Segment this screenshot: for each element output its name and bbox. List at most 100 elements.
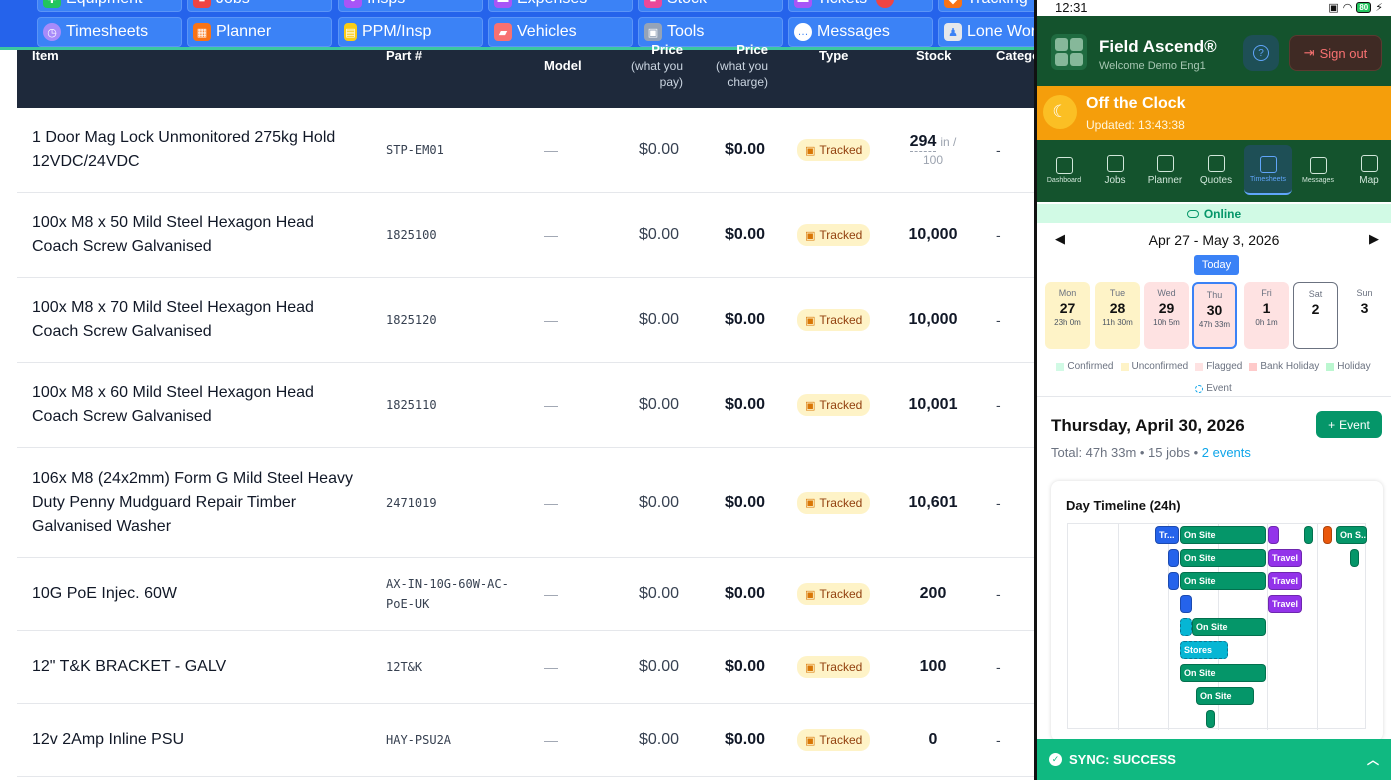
timeline-bar[interactable]: On Site bbox=[1180, 549, 1266, 567]
day-wed[interactable]: Wed 29 10h 5m bbox=[1144, 282, 1189, 349]
col-sell-label: Price bbox=[736, 42, 768, 57]
check-icon: ✓ bbox=[1049, 753, 1062, 766]
timeline-bar[interactable]: Stores bbox=[1180, 641, 1228, 659]
add-event-button[interactable]: + Event bbox=[1316, 411, 1382, 438]
timeline-bar[interactable]: On Site bbox=[1180, 664, 1266, 682]
tab-map[interactable]: Map bbox=[1345, 145, 1391, 195]
col-category[interactable]: Catego bbox=[996, 48, 1035, 64]
table-row[interactable]: 1 Door Mag Lock Unmonitored 275kg Hold 1… bbox=[17, 108, 1035, 193]
table-row[interactable]: 106x M8 (24x2mm) Form G Mild Steel Heavy… bbox=[17, 448, 1035, 558]
timeline-bar[interactable]: Tr... bbox=[1155, 526, 1179, 544]
part-number: AX-IN-10G-60W-AC-PoE-UK bbox=[386, 577, 509, 611]
timeline-bar[interactable] bbox=[1323, 526, 1332, 544]
timeline-bar[interactable]: On S... bbox=[1336, 526, 1367, 544]
day-sat[interactable]: Sat 2 bbox=[1293, 282, 1338, 349]
nav-equipment[interactable]: ✚ Equipment bbox=[37, 0, 182, 12]
nav-tracking[interactable]: ◆ Tracking bbox=[938, 0, 1035, 12]
item-name[interactable]: 100x M8 x 60 Mild Steel Hexagon Head Coa… bbox=[32, 363, 362, 447]
next-week-button[interactable]: ▶ bbox=[1369, 231, 1379, 247]
timeline-bar[interactable] bbox=[1180, 595, 1192, 613]
tab-jobs[interactable]: Jobs bbox=[1091, 145, 1139, 195]
item-name[interactable]: 100x M8 x 70 Mild Steel Hexagon Head Coa… bbox=[32, 278, 362, 362]
table-row[interactable]: 100x M8 x 70 Mild Steel Hexagon Head Coa… bbox=[17, 278, 1035, 363]
today-button[interactable]: Today bbox=[1194, 255, 1239, 275]
timeline-bar[interactable] bbox=[1206, 710, 1215, 728]
timeline-bar[interactable]: On Site bbox=[1180, 526, 1266, 544]
status-time: 12:31 bbox=[1055, 0, 1088, 15]
timeline-bar[interactable] bbox=[1304, 526, 1313, 544]
nav-stock[interactable]: ■ Stock bbox=[638, 0, 783, 12]
timeline-bar[interactable]: On Site bbox=[1180, 572, 1266, 590]
col-sell[interactable]: Price (what you charge) bbox=[704, 42, 768, 90]
day-total: Total: 47h 33m • 15 jobs • 2 events bbox=[1051, 445, 1251, 460]
timeline-bar[interactable]: On Site bbox=[1192, 618, 1266, 636]
timeline-bar[interactable] bbox=[1350, 549, 1359, 567]
col-stock[interactable]: Stock bbox=[916, 48, 951, 64]
col-type[interactable]: Type bbox=[819, 48, 848, 64]
nav-insps[interactable]: ● Insps bbox=[338, 0, 483, 12]
table-row[interactable]: 12" T&K BRACKET - GALV 12T&K — $0.00 $0.00 ▣ T… bbox=[17, 631, 1035, 704]
table-row[interactable]: 100x M8 x 60 Mild Steel Hexagon Head Coa… bbox=[17, 363, 1035, 448]
nav-lone-worker[interactable]: ♟ Lone Wor bbox=[938, 17, 1035, 47]
col-item[interactable]: Item bbox=[32, 48, 59, 64]
timeline-bar[interactable] bbox=[1180, 618, 1192, 636]
tab-quotes[interactable]: Quotes bbox=[1192, 145, 1240, 195]
col-model[interactable]: Model bbox=[544, 58, 582, 74]
item-name[interactable]: 106x M8 (24x2mm) Form G Mild Steel Heavy… bbox=[32, 448, 362, 557]
events-link[interactable]: 2 events bbox=[1202, 445, 1251, 460]
clock-status-banner[interactable]: ☾ Off the Clock Updated: 13:43:38 bbox=[1037, 86, 1391, 140]
item-name[interactable]: 100x M8 x 50 Mild Steel Hexagon Head Coa… bbox=[32, 193, 362, 277]
nav-vehicles[interactable]: ▰ Vehicles bbox=[488, 17, 633, 47]
col-part[interactable]: Part # bbox=[386, 48, 422, 64]
tab-messages[interactable]: Messages bbox=[1294, 145, 1342, 195]
truck-icon: ▰ bbox=[494, 23, 512, 41]
item-name[interactable]: 1 Door Mag Lock Unmonitored 275kg Hold 1… bbox=[32, 108, 362, 192]
stock-cell: 0 bbox=[897, 704, 969, 776]
sign-out-icon: ⇥ bbox=[1303, 45, 1315, 60]
timeline-bar[interactable]: On Site bbox=[1196, 687, 1254, 705]
day-sun[interactable]: Sun 3 bbox=[1342, 282, 1387, 349]
tab-timesheets[interactable]: Timesheets bbox=[1244, 145, 1292, 195]
timeline-bar[interactable]: Travel bbox=[1268, 595, 1302, 613]
nav-jobs[interactable]: ■ Jobs bbox=[187, 0, 332, 12]
day-total-text: Total: 47h 33m • 15 jobs • bbox=[1051, 445, 1202, 460]
timeline-bar[interactable]: Travel bbox=[1268, 572, 1302, 590]
nav-messages[interactable]: … Messages bbox=[788, 17, 933, 47]
nav-label: Tracking bbox=[967, 0, 1028, 8]
sync-status-bar[interactable]: ✓ SYNC: SUCCESS ︿ bbox=[1037, 739, 1391, 780]
nav-ppm-insp[interactable]: ▤ PPM/Insp bbox=[338, 17, 483, 47]
timeline-bar[interactable] bbox=[1168, 549, 1179, 567]
item-name[interactable]: 10G PoE Injec. 60W bbox=[32, 558, 362, 630]
timeline-bar[interactable] bbox=[1168, 572, 1179, 590]
sell-price: $0.00 bbox=[724, 311, 765, 328]
tab-dashboard[interactable]: Dashboard bbox=[1040, 145, 1088, 195]
item-name[interactable]: 12" T&K BRACKET - GALV bbox=[32, 631, 362, 703]
table-row[interactable]: 12v 2Amp Inline PSU HAY-PSU2A — $0.00 $0.00 ▣… bbox=[17, 704, 1035, 777]
col-cost[interactable]: Price (what you pay) bbox=[627, 42, 683, 90]
table-row[interactable]: 100x M8 x 50 Mild Steel Hexagon Head Coa… bbox=[17, 193, 1035, 278]
timeline-bar[interactable]: Travel bbox=[1268, 549, 1302, 567]
table-row[interactable]: 10G PoE Injec. 60W AX-IN-10G-60W-AC-PoE-U… bbox=[17, 558, 1035, 631]
item-name[interactable]: 12v 2Amp Inline PSU bbox=[32, 704, 362, 776]
day-fri[interactable]: Fri 1 0h 1m bbox=[1244, 282, 1289, 349]
day-mon[interactable]: Mon 27 23h 0m bbox=[1045, 282, 1090, 349]
sign-out-button[interactable]: ⇥ Sign out bbox=[1289, 35, 1382, 71]
timeline-bar[interactable] bbox=[1268, 526, 1279, 544]
tracked-label: Tracked bbox=[819, 398, 863, 412]
map-icon: ◆ bbox=[944, 0, 962, 8]
help-button[interactable]: ? bbox=[1243, 35, 1279, 71]
boxes-icon: ▣ bbox=[805, 229, 816, 242]
day-tue[interactable]: Tue 28 11h 30m bbox=[1095, 282, 1140, 349]
tracked-badge: ▣ Tracked bbox=[797, 309, 871, 331]
nav-expenses[interactable]: ▬ Expenses bbox=[488, 0, 633, 12]
day-thu[interactable]: Thu 30 47h 33m bbox=[1192, 282, 1237, 349]
part-number: HAY-PSU2A bbox=[386, 733, 452, 747]
nav-planner[interactable]: ▦ Planner bbox=[187, 17, 332, 47]
day-number: 27 bbox=[1059, 300, 1076, 316]
nav-tickets[interactable]: ▬ Tickets bbox=[788, 0, 933, 12]
tracked-label: Tracked bbox=[819, 660, 863, 674]
tab-planner[interactable]: Planner bbox=[1141, 145, 1189, 195]
nav-timesheets[interactable]: ◷ Timesheets bbox=[37, 17, 182, 47]
day-number: 29 bbox=[1158, 300, 1175, 316]
type-cell: ▣ Tracked bbox=[797, 631, 877, 703]
